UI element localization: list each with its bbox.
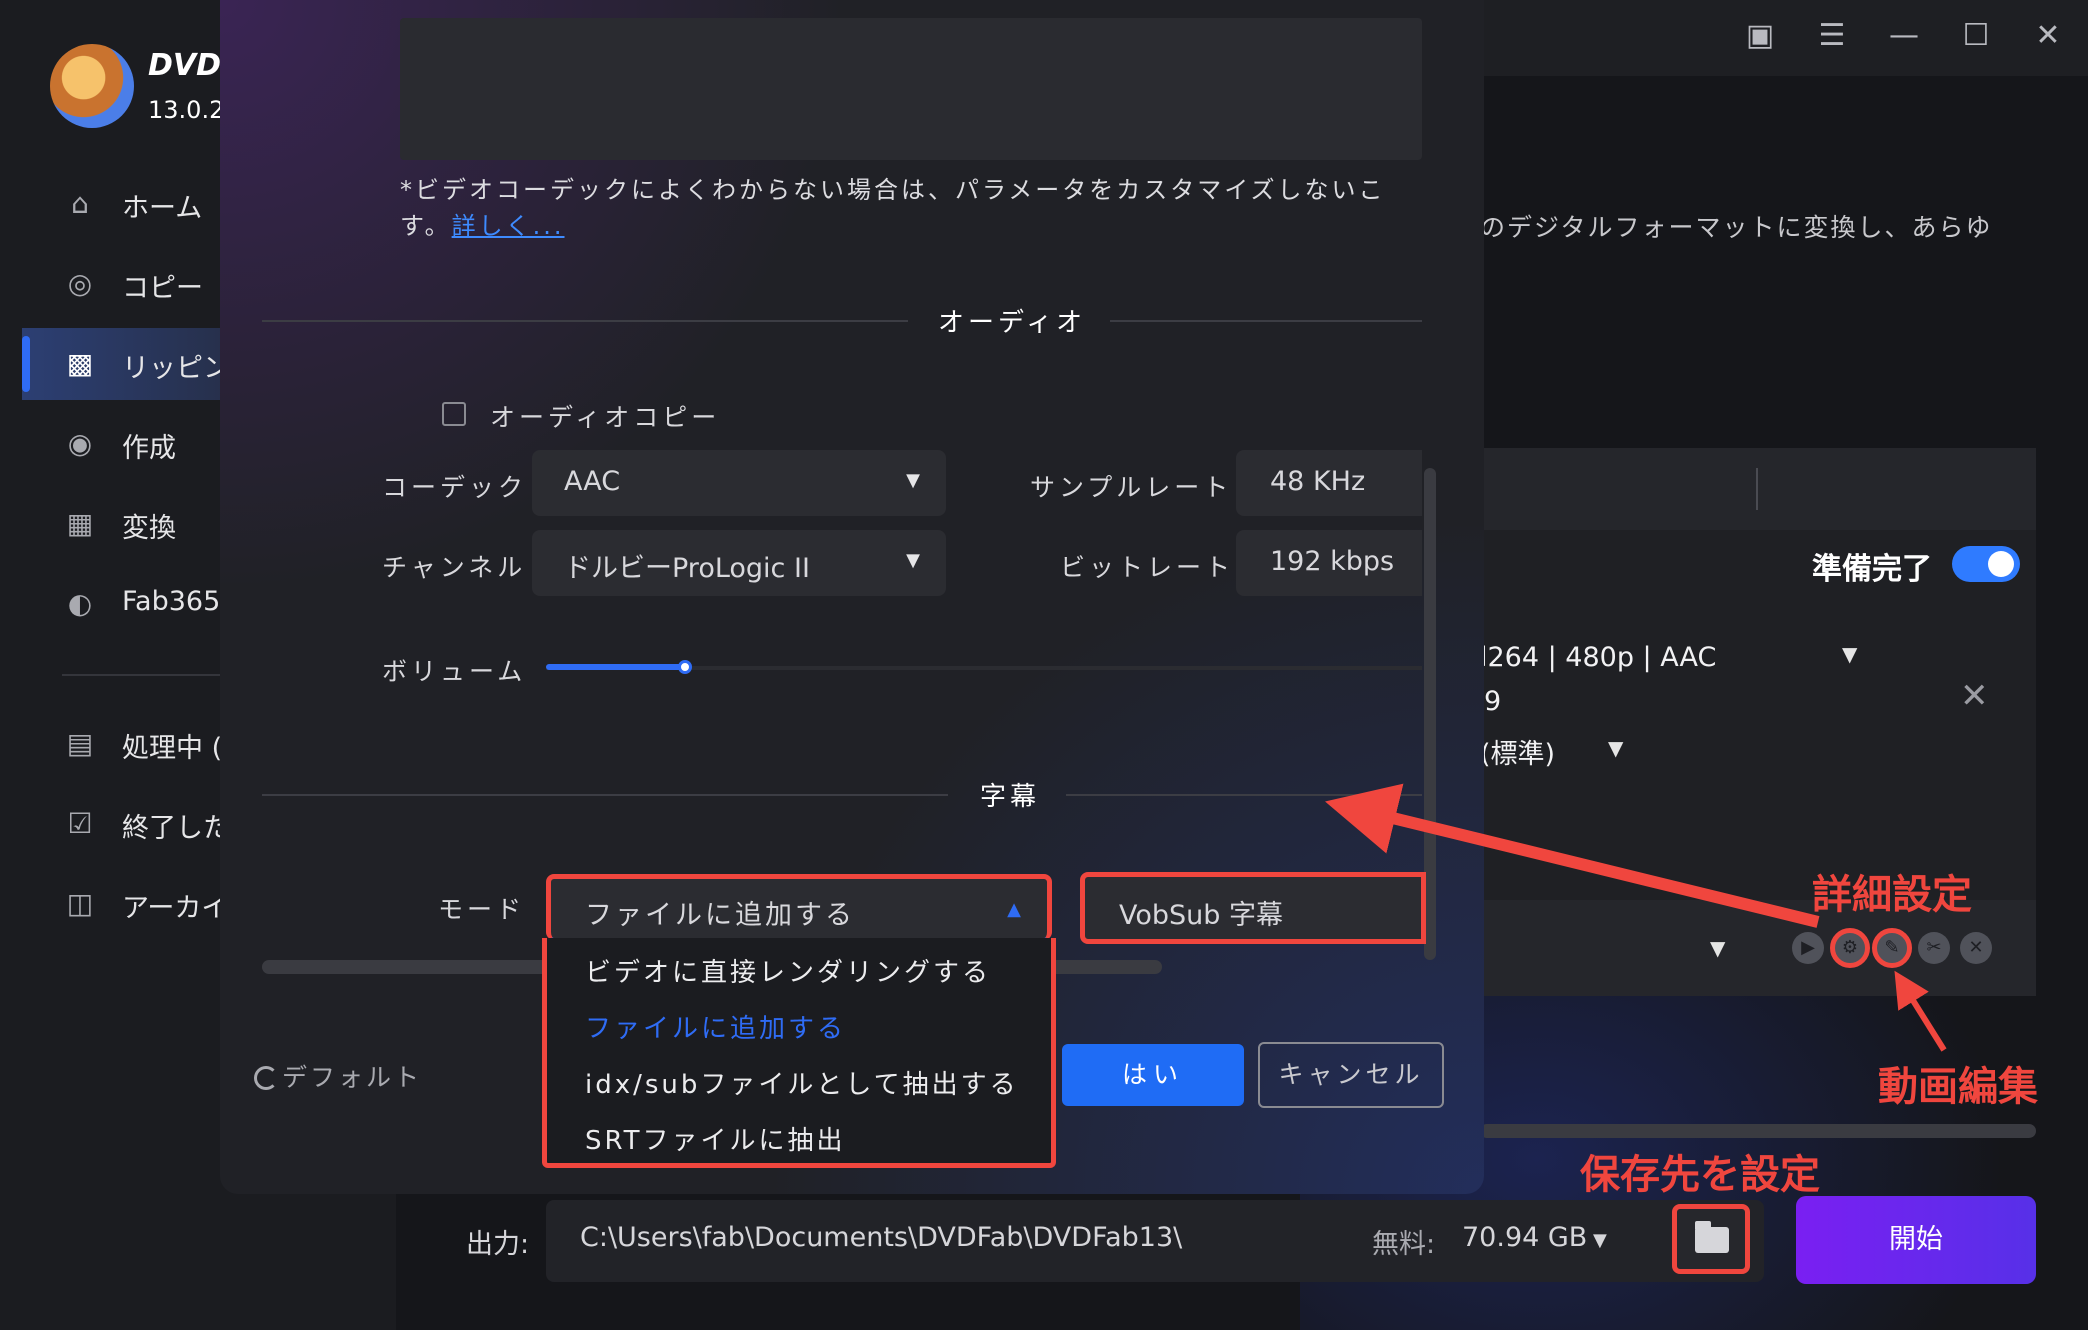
shirt-icon[interactable]: ▣ bbox=[1738, 14, 1782, 58]
play-icon[interactable]: ▶ bbox=[1792, 932, 1824, 964]
delete-icon[interactable]: ✕ bbox=[1960, 932, 1992, 964]
subtitle-type-field[interactable]: VobSub 字幕 bbox=[1080, 872, 1426, 944]
home-icon: ⌂ bbox=[71, 187, 89, 220]
menu-icon[interactable]: ☰ bbox=[1810, 14, 1854, 58]
copy-icon: ◎ bbox=[67, 267, 93, 300]
free-space-label: 無料: bbox=[1372, 1229, 1436, 1260]
annotation-video-edit: 動画編集 bbox=[1878, 1064, 2038, 1110]
ready-toggle[interactable] bbox=[1952, 546, 2020, 582]
sidebar-item-label: 変換 bbox=[122, 513, 176, 544]
video-settings-area bbox=[400, 18, 1422, 160]
audio-copy-checkbox[interactable] bbox=[442, 402, 466, 426]
annotation-advanced-settings: 詳細設定 bbox=[1812, 872, 1972, 918]
samplerate-dropdown[interactable]: 48 KHz bbox=[1236, 450, 1422, 516]
page-description: のデジタルフォーマットに変換し、あらゆ bbox=[1480, 213, 1993, 242]
sidebar-item-label: コピー bbox=[122, 273, 203, 304]
volume-slider-handle[interactable] bbox=[678, 660, 692, 674]
scissors-icon[interactable]: ✂ bbox=[1918, 932, 1950, 964]
finished-icon: ☑ bbox=[67, 807, 93, 840]
subtitle-mode-value: ファイルに追加する bbox=[585, 900, 855, 931]
channel-value: ドルビーProLogic II bbox=[564, 553, 810, 584]
quality-value[interactable]: (標準) bbox=[1480, 732, 1555, 771]
chevron-down-icon: ▼ bbox=[906, 470, 920, 491]
codec-dropdown[interactable]: AAC ▼ bbox=[532, 450, 946, 516]
sidebar-item-label: 終了した bbox=[122, 813, 230, 844]
creator-icon: ◉ bbox=[67, 427, 93, 460]
start-button[interactable]: 開始 bbox=[1796, 1196, 2036, 1284]
section-divider bbox=[1066, 794, 1422, 796]
subtitle-count: 9 bbox=[1484, 686, 1502, 717]
sidebar-item-label: アーカイ bbox=[122, 893, 229, 924]
minimize-icon[interactable]: — bbox=[1882, 14, 1926, 58]
subtitle-mode-dropdown[interactable]: ファイルに追加する ▲ bbox=[546, 874, 1052, 940]
mode-label: モード bbox=[438, 895, 526, 924]
reset-icon bbox=[254, 1066, 278, 1090]
free-space-value[interactable]: 70.94 GB ▼ bbox=[1462, 1222, 1607, 1253]
browse-folder-button[interactable] bbox=[1672, 1204, 1750, 1274]
horizontal-scrollbar[interactable] bbox=[1480, 1124, 2036, 1138]
subtitle-mode-menu: ビデオに直接レンダリングする ファイルに追加する idx/subファイルとして抽… bbox=[542, 938, 1056, 1168]
learn-more-link[interactable]: 詳しく... bbox=[452, 212, 565, 240]
free-space-text: 70.94 GB bbox=[1462, 1222, 1588, 1253]
ripper-icon: ▩ bbox=[66, 347, 94, 380]
channel-dropdown[interactable]: ドルビーProLogic II ▼ bbox=[532, 530, 946, 596]
chevron-down-icon[interactable]: ▼ bbox=[1842, 642, 1857, 666]
processing-icon: ▤ bbox=[66, 727, 94, 760]
codec-note: *ビデオコーデックによくわからない場合は、パラメータをカスタマイズしないこす。詳… bbox=[400, 172, 1420, 244]
chevron-down-icon[interactable]: ▼ bbox=[1608, 736, 1623, 760]
bitrate-value: 192 kbps bbox=[1270, 546, 1395, 577]
menu-item-render-direct[interactable]: ビデオに直接レンダリングする bbox=[585, 952, 991, 989]
chevron-down-icon: ▼ bbox=[906, 550, 920, 571]
default-button[interactable]: デフォルト bbox=[254, 1058, 422, 1094]
volume-label: ボリューム bbox=[382, 657, 527, 686]
section-divider bbox=[262, 320, 908, 322]
audio-copy-label: オーディオコピー bbox=[490, 403, 721, 432]
menu-item-extract-srt[interactable]: SRTファイルに抽出 bbox=[585, 1120, 846, 1157]
sidebar-item-label: ホーム bbox=[122, 193, 203, 224]
bitrate-label: ビットレート bbox=[1060, 553, 1235, 582]
ready-label: 準備完了 bbox=[1812, 552, 1932, 587]
section-divider bbox=[1110, 320, 1422, 322]
fab365-icon: ◐ bbox=[67, 587, 93, 620]
sidebar-item-label: 処理中 ( bbox=[122, 733, 223, 764]
menu-item-add-to-file[interactable]: ファイルに追加する bbox=[585, 1008, 846, 1045]
chevron-down-icon: ▼ bbox=[1587, 1230, 1607, 1251]
codec-value: AAC bbox=[564, 466, 621, 497]
codec-label: コーデック bbox=[382, 473, 528, 502]
chevron-down-icon[interactable]: ▼ bbox=[1710, 936, 1725, 960]
samplerate-label: サンプルレート bbox=[1030, 473, 1233, 502]
task-panel-header bbox=[1480, 448, 2036, 530]
bitrate-dropdown[interactable]: 192 kbps bbox=[1236, 530, 1422, 596]
highlight-circle-edit bbox=[1872, 928, 1912, 968]
menu-item-extract-idx-sub[interactable]: idx/subファイルとして抽出する bbox=[585, 1064, 1019, 1101]
remove-task-icon[interactable]: ✕ bbox=[1960, 676, 1989, 716]
sidebar-item-label: 作成 bbox=[122, 433, 176, 464]
app-logo bbox=[50, 44, 134, 128]
annotation-set-destination: 保存先を設定 bbox=[1580, 1152, 1820, 1198]
highlight-circle-advanced bbox=[1830, 928, 1870, 968]
profile-summary[interactable]: l264 | 480p | AAC bbox=[1480, 642, 1716, 673]
default-label: デフォルト bbox=[282, 1063, 423, 1092]
volume-slider-fill bbox=[546, 664, 686, 670]
ok-button[interactable]: はい bbox=[1062, 1044, 1244, 1106]
section-divider bbox=[262, 794, 948, 796]
archive-icon: ◫ bbox=[66, 887, 94, 920]
channel-label: チャンネル bbox=[382, 553, 527, 582]
convert-icon: ▦ bbox=[66, 507, 94, 540]
audio-section-title: オーディオ bbox=[938, 308, 1087, 338]
output-path[interactable]: C:\Users\fab\Documents\DVDFab\DVDFab13\ bbox=[580, 1222, 1182, 1253]
sidebar-item-label: リッピン bbox=[122, 353, 230, 384]
header-divider bbox=[1756, 468, 1758, 510]
cancel-button[interactable]: キャンセル bbox=[1258, 1042, 1444, 1108]
subtitle-type-value: VobSub 字幕 bbox=[1119, 900, 1284, 931]
samplerate-value: 48 KHz bbox=[1270, 466, 1366, 497]
output-label: 出力: bbox=[466, 1229, 530, 1260]
sidebar-item-label: Fab365 bbox=[122, 586, 221, 617]
maximize-icon[interactable]: ☐ bbox=[1954, 14, 1998, 58]
folder-icon bbox=[1695, 1221, 1729, 1253]
subtitle-section-title: 字幕 bbox=[980, 782, 1041, 812]
chevron-up-icon: ▲ bbox=[1007, 899, 1021, 920]
close-icon[interactable]: ✕ bbox=[2026, 14, 2070, 58]
